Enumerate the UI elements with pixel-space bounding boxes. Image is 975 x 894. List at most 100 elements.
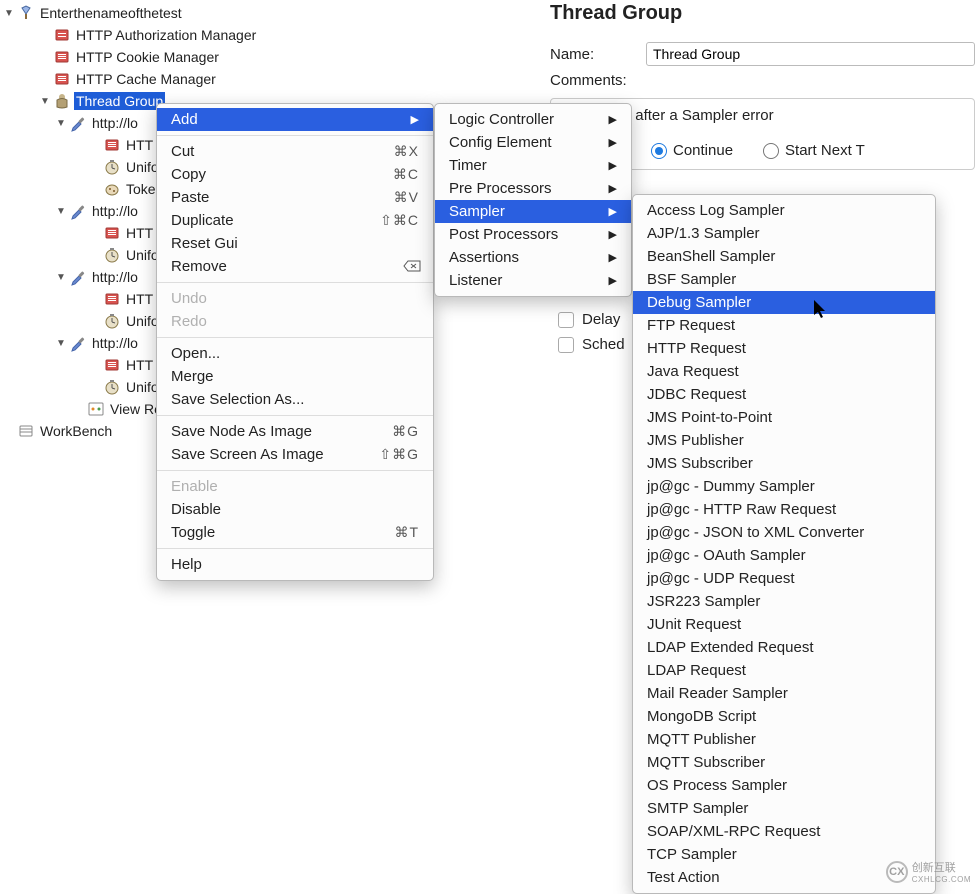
menu-item-ldap-extended-request[interactable]: LDAP Extended Request	[633, 636, 935, 659]
menu-item-junit-request[interactable]: JUnit Request	[633, 613, 935, 636]
menu-label: FTP Request	[647, 317, 735, 334]
menu-item-ajp-1-3-sampler[interactable]: AJP/1.3 Sampler	[633, 222, 935, 245]
menu-item-jdbc-request[interactable]: JDBC Request	[633, 383, 935, 406]
radio-label: Start Next T	[785, 142, 865, 159]
shortcut: ⌘C	[393, 166, 419, 183]
menu-item-ldap-request[interactable]: LDAP Request	[633, 659, 935, 682]
tree-root[interactable]: ▼ Enterthenameofthetest	[0, 2, 540, 24]
tree-item[interactable]: HTTP Cookie Manager	[0, 46, 540, 68]
menu-item-add[interactable]: Add▶	[157, 108, 433, 131]
menu-item-bsf-sampler[interactable]: BSF Sampler	[633, 268, 935, 291]
menu-item-disable[interactable]: Disable	[157, 498, 433, 521]
tree-item[interactable]: HTTP Authorization Manager	[0, 24, 540, 46]
checkbox-icon	[558, 337, 574, 353]
menu-item-smtp-sampler[interactable]: SMTP Sampler	[633, 797, 935, 820]
radio-continue[interactable]: Continue	[651, 142, 733, 159]
menu-label: Post Processors	[449, 226, 558, 243]
menu-item-jp-gc-http-raw-request[interactable]: jp@gc - HTTP Raw Request	[633, 498, 935, 521]
menu-item-jms-subscriber[interactable]: JMS Subscriber	[633, 452, 935, 475]
menu-item-paste[interactable]: Paste⌘V	[157, 186, 433, 209]
watermark: CX 创新互联 CXHLCG.COM	[886, 859, 971, 884]
tree-label: Thread Group	[74, 92, 165, 110]
shortcut: ⌘X	[394, 143, 419, 160]
menu-item-save-selection-as-[interactable]: Save Selection As...	[157, 388, 433, 411]
menu-item-pre-processors[interactable]: Pre Processors▶	[435, 177, 631, 200]
menu-item-mongodb-script[interactable]: MongoDB Script	[633, 705, 935, 728]
menu-item-timer[interactable]: Timer▶	[435, 154, 631, 177]
menu-label: Logic Controller	[449, 111, 554, 128]
menu-item-open-[interactable]: Open...	[157, 342, 433, 365]
radio-icon	[651, 143, 667, 159]
menu-item-ftp-request[interactable]: FTP Request	[633, 314, 935, 337]
watermark-icon: CX	[886, 861, 908, 883]
menu-label: Timer	[449, 157, 487, 174]
menu-item-sampler[interactable]: Sampler ▶	[435, 200, 631, 223]
menu-label: Pre Processors	[449, 180, 552, 197]
expander-icon[interactable]: ▼	[38, 96, 52, 107]
menu-item-jsr223-sampler[interactable]: JSR223 Sampler	[633, 590, 935, 613]
menu-item-jms-publisher[interactable]: JMS Publisher	[633, 429, 935, 452]
menu-label: Save Selection As...	[171, 391, 304, 408]
expander-icon[interactable]: ▼	[2, 8, 16, 19]
menu-label: JDBC Request	[647, 386, 746, 403]
tree-label: HTT	[124, 136, 155, 154]
menu-item-reset-gui[interactable]: Reset Gui	[157, 232, 433, 255]
menu-item-redo: Redo	[157, 310, 433, 333]
menu-item-jp-gc-oauth-sampler[interactable]: jp@gc - OAuth Sampler	[633, 544, 935, 567]
expander-icon[interactable]: ▼	[54, 272, 68, 283]
menu-label: JMS Publisher	[647, 432, 744, 449]
menu-item-toggle[interactable]: Toggle⌘T	[157, 521, 433, 544]
context-menu: Add▶ Cut⌘XCopy⌘CPaste⌘VDuplicate⇧⌘CReset …	[156, 103, 434, 581]
tree-label: Toke	[124, 180, 158, 198]
menu-item-save-node-as-image[interactable]: Save Node As Image⌘G	[157, 420, 433, 443]
expander-icon[interactable]: ▼	[54, 338, 68, 349]
menu-item-access-log-sampler[interactable]: Access Log Sampler	[633, 199, 935, 222]
menu-item-duplicate[interactable]: Duplicate⇧⌘C	[157, 209, 433, 232]
menu-label: jp@gc - OAuth Sampler	[647, 547, 806, 564]
menu-item-cut[interactable]: Cut⌘X	[157, 140, 433, 163]
watermark-sub: CXHLCG.COM	[912, 875, 971, 884]
page-title: Thread Group	[550, 2, 975, 39]
menu-item-assertions[interactable]: Assertions▶	[435, 246, 631, 269]
menu-item-jp-gc-json-to-xml-converter[interactable]: jp@gc - JSON to XML Converter	[633, 521, 935, 544]
menu-item-merge[interactable]: Merge	[157, 365, 433, 388]
name-field[interactable]	[646, 42, 975, 66]
submenu-arrow-icon: ▶	[609, 136, 617, 149]
shortcut: ⌘V	[394, 189, 419, 206]
menu-item-jp-gc-udp-request[interactable]: jp@gc - UDP Request	[633, 567, 935, 590]
expander-icon[interactable]: ▼	[54, 206, 68, 217]
expander-icon[interactable]: ▼	[54, 118, 68, 129]
menu-label: Sampler	[449, 203, 505, 220]
menu-item-mqtt-subscriber[interactable]: MQTT Subscriber	[633, 751, 935, 774]
menu-label: Debug Sampler	[647, 294, 751, 311]
menu-item-mqtt-publisher[interactable]: MQTT Publisher	[633, 728, 935, 751]
menu-item-logic-controller[interactable]: Logic Controller▶	[435, 108, 631, 131]
menu-item-jp-gc-dummy-sampler[interactable]: jp@gc - Dummy Sampler	[633, 475, 935, 498]
menu-item-http-request[interactable]: HTTP Request	[633, 337, 935, 360]
menu-item-remove[interactable]: Remove	[157, 255, 433, 278]
shortcut: ⌘T	[394, 524, 419, 541]
cache-icon	[52, 70, 72, 88]
menu-label: JUnit Request	[647, 616, 741, 633]
workbench-icon	[16, 422, 36, 440]
menu-item-java-request[interactable]: Java Request	[633, 360, 935, 383]
tree-label: HTT	[124, 356, 155, 374]
menu-item-post-processors[interactable]: Post Processors▶	[435, 223, 631, 246]
http-icon	[102, 290, 122, 308]
submenu-arrow-icon: ▶	[609, 205, 617, 218]
menu-item-os-process-sampler[interactable]: OS Process Sampler	[633, 774, 935, 797]
radio-start-next[interactable]: Start Next T	[763, 142, 865, 159]
cookie-icon	[52, 48, 72, 66]
tree-label: Enterthenameofthetest	[38, 4, 184, 22]
menu-item-soap-xml-rpc-request[interactable]: SOAP/XML-RPC Request	[633, 820, 935, 843]
menu-item-jms-point-to-point[interactable]: JMS Point-to-Point	[633, 406, 935, 429]
menu-item-mail-reader-sampler[interactable]: Mail Reader Sampler	[633, 682, 935, 705]
tree-item[interactable]: HTTP Cache Manager	[0, 68, 540, 90]
menu-item-listener[interactable]: Listener▶	[435, 269, 631, 292]
menu-item-copy[interactable]: Copy⌘C	[157, 163, 433, 186]
menu-item-beanshell-sampler[interactable]: BeanShell Sampler	[633, 245, 935, 268]
menu-item-help[interactable]: Help	[157, 553, 433, 576]
menu-item-config-element[interactable]: Config Element▶	[435, 131, 631, 154]
menu-item-debug-sampler[interactable]: Debug Sampler	[633, 291, 935, 314]
menu-item-save-screen-as-image[interactable]: Save Screen As Image⇧⌘G	[157, 443, 433, 466]
